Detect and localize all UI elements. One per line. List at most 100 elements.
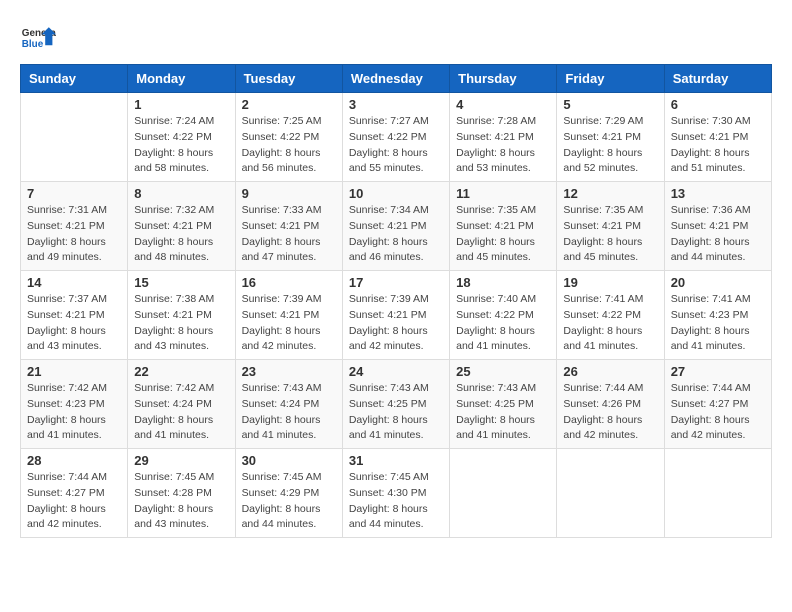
calendar-cell: 17Sunrise: 7:39 AMSunset: 4:21 PMDayligh… <box>342 271 449 360</box>
day-number: 21 <box>27 364 121 379</box>
day-number: 19 <box>563 275 657 290</box>
day-info: Sunrise: 7:45 AMSunset: 4:29 PMDaylight:… <box>242 470 336 533</box>
calendar-cell: 16 Sunrise: 7:39 AMSunset: 4:21 PMDayligh… <box>235 271 342 360</box>
col-header-friday: Friday <box>557 65 664 93</box>
day-info: Sunrise: 7:34 AMSunset: 4:21 PMDaylight:… <box>349 203 443 266</box>
col-header-wednesday: Wednesday <box>342 65 449 93</box>
day-info: Sunrise: 7:44 AMSunset: 4:27 PMDaylight:… <box>27 470 121 533</box>
calendar-cell: 8Sunrise: 7:32 AMSunset: 4:21 PMDaylight… <box>128 182 235 271</box>
day-info: Sunrise: 7:43 AMSunset: 4:25 PMDaylight:… <box>456 381 550 444</box>
calendar-week-2: 7 Sunrise: 7:31 AMSunset: 4:21 PMDaylight… <box>21 182 772 271</box>
calendar-cell: 28 Sunrise: 7:44 AMSunset: 4:27 PMDayligh… <box>21 449 128 538</box>
day-number: 16 <box>242 275 336 290</box>
day-number: 7 <box>27 186 121 201</box>
day-number: 10 <box>349 186 443 201</box>
day-number: 31 <box>349 453 443 468</box>
calendar-cell: 20 Sunrise: 7:41 AMSunset: 4:23 PMDayligh… <box>664 271 771 360</box>
calendar-cell: 3Sunrise: 7:27 AMSunset: 4:22 PMDaylight… <box>342 93 449 182</box>
calendar-cell: 15 Sunrise: 7:38 AMSunset: 4:21 PMDayligh… <box>128 271 235 360</box>
day-number: 24 <box>349 364 443 379</box>
col-header-tuesday: Tuesday <box>235 65 342 93</box>
col-header-saturday: Saturday <box>664 65 771 93</box>
day-info: Sunrise: 7:28 AMSunset: 4:21 PMDaylight:… <box>456 114 550 177</box>
svg-text:Blue: Blue <box>22 39 44 50</box>
day-info: Sunrise: 7:42 AMSunset: 4:24 PMDaylight:… <box>134 381 228 444</box>
day-info: Sunrise: 7:29 AMSunset: 4:21 PMDaylight:… <box>563 114 657 177</box>
day-number: 14 <box>27 275 121 290</box>
calendar-cell: 5 Sunrise: 7:29 AMSunset: 4:21 PMDaylight… <box>557 93 664 182</box>
page-header: General Blue <box>20 20 772 56</box>
day-info: Sunrise: 7:35 AMSunset: 4:21 PMDaylight:… <box>563 203 657 266</box>
day-number: 6 <box>671 97 765 112</box>
calendar-cell: 27 Sunrise: 7:44 AMSunset: 4:27 PMDayligh… <box>664 360 771 449</box>
calendar-week-4: 21 Sunrise: 7:42 AMSunset: 4:23 PMDayligh… <box>21 360 772 449</box>
day-number: 18 <box>456 275 550 290</box>
day-info: Sunrise: 7:27 AMSunset: 4:22 PMDaylight:… <box>349 114 443 177</box>
calendar-cell <box>21 93 128 182</box>
calendar-cell: 25 Sunrise: 7:43 AMSunset: 4:25 PMDayligh… <box>450 360 557 449</box>
day-info: Sunrise: 7:37 AMSunset: 4:21 PMDaylight:… <box>27 292 121 355</box>
day-number: 20 <box>671 275 765 290</box>
day-number: 15 <box>134 275 228 290</box>
calendar-week-1: 1Sunrise: 7:24 AMSunset: 4:22 PMDaylight… <box>21 93 772 182</box>
calendar-table: SundayMondayTuesdayWednesdayThursdayFrid… <box>20 64 772 538</box>
day-info: Sunrise: 7:38 AMSunset: 4:21 PMDaylight:… <box>134 292 228 355</box>
calendar-week-5: 28 Sunrise: 7:44 AMSunset: 4:27 PMDayligh… <box>21 449 772 538</box>
day-number: 23 <box>242 364 336 379</box>
day-number: 28 <box>27 453 121 468</box>
calendar-cell: 24Sunrise: 7:43 AMSunset: 4:25 PMDayligh… <box>342 360 449 449</box>
calendar-cell: 21 Sunrise: 7:42 AMSunset: 4:23 PMDayligh… <box>21 360 128 449</box>
day-number: 29 <box>134 453 228 468</box>
calendar-cell: 7 Sunrise: 7:31 AMSunset: 4:21 PMDaylight… <box>21 182 128 271</box>
calendar-cell: 11 Sunrise: 7:35 AMSunset: 4:21 PMDayligh… <box>450 182 557 271</box>
day-number: 11 <box>456 186 550 201</box>
day-number: 4 <box>456 97 550 112</box>
logo-icon: General Blue <box>20 20 56 56</box>
day-number: 27 <box>671 364 765 379</box>
day-info: Sunrise: 7:30 AMSunset: 4:21 PMDaylight:… <box>671 114 765 177</box>
calendar-cell: 2 Sunrise: 7:25 AMSunset: 4:22 PMDaylight… <box>235 93 342 182</box>
calendar-cell <box>557 449 664 538</box>
calendar-cell: 19 Sunrise: 7:41 AMSunset: 4:22 PMDayligh… <box>557 271 664 360</box>
day-info: Sunrise: 7:33 AMSunset: 4:21 PMDaylight:… <box>242 203 336 266</box>
day-info: Sunrise: 7:41 AMSunset: 4:23 PMDaylight:… <box>671 292 765 355</box>
day-number: 8 <box>134 186 228 201</box>
col-header-thursday: Thursday <box>450 65 557 93</box>
calendar-cell: 18Sunrise: 7:40 AMSunset: 4:22 PMDayligh… <box>450 271 557 360</box>
day-number: 17 <box>349 275 443 290</box>
calendar-cell <box>664 449 771 538</box>
calendar-cell: 4 Sunrise: 7:28 AMSunset: 4:21 PMDaylight… <box>450 93 557 182</box>
calendar-cell: 6 Sunrise: 7:30 AMSunset: 4:21 PMDaylight… <box>664 93 771 182</box>
day-number: 5 <box>563 97 657 112</box>
calendar-cell: 1Sunrise: 7:24 AMSunset: 4:22 PMDaylight… <box>128 93 235 182</box>
day-info: Sunrise: 7:39 AMSunset: 4:21 PMDaylight:… <box>242 292 336 355</box>
calendar-cell: 22 Sunrise: 7:42 AMSunset: 4:24 PMDayligh… <box>128 360 235 449</box>
calendar-header-row: SundayMondayTuesdayWednesdayThursdayFrid… <box>21 65 772 93</box>
day-number: 2 <box>242 97 336 112</box>
calendar-cell: 10 Sunrise: 7:34 AMSunset: 4:21 PMDayligh… <box>342 182 449 271</box>
day-info: Sunrise: 7:42 AMSunset: 4:23 PMDaylight:… <box>27 381 121 444</box>
calendar-week-3: 14 Sunrise: 7:37 AMSunset: 4:21 PMDayligh… <box>21 271 772 360</box>
day-number: 30 <box>242 453 336 468</box>
day-info: Sunrise: 7:44 AMSunset: 4:27 PMDaylight:… <box>671 381 765 444</box>
calendar-cell <box>450 449 557 538</box>
day-info: Sunrise: 7:31 AMSunset: 4:21 PMDaylight:… <box>27 203 121 266</box>
calendar-cell: 30 Sunrise: 7:45 AMSunset: 4:29 PMDayligh… <box>235 449 342 538</box>
calendar-body: 1Sunrise: 7:24 AMSunset: 4:22 PMDaylight… <box>21 93 772 538</box>
day-info: Sunrise: 7:41 AMSunset: 4:22 PMDaylight:… <box>563 292 657 355</box>
logo: General Blue <box>20 20 60 56</box>
calendar-cell: 26Sunrise: 7:44 AMSunset: 4:26 PMDayligh… <box>557 360 664 449</box>
day-number: 26 <box>563 364 657 379</box>
day-info: Sunrise: 7:45 AMSunset: 4:28 PMDaylight:… <box>134 470 228 533</box>
day-number: 9 <box>242 186 336 201</box>
day-info: Sunrise: 7:35 AMSunset: 4:21 PMDaylight:… <box>456 203 550 266</box>
day-info: Sunrise: 7:25 AMSunset: 4:22 PMDaylight:… <box>242 114 336 177</box>
day-number: 1 <box>134 97 228 112</box>
day-number: 13 <box>671 186 765 201</box>
day-number: 22 <box>134 364 228 379</box>
day-info: Sunrise: 7:36 AMSunset: 4:21 PMDaylight:… <box>671 203 765 266</box>
day-info: Sunrise: 7:43 AMSunset: 4:24 PMDaylight:… <box>242 381 336 444</box>
calendar-cell: 29 Sunrise: 7:45 AMSunset: 4:28 PMDayligh… <box>128 449 235 538</box>
col-header-monday: Monday <box>128 65 235 93</box>
day-number: 25 <box>456 364 550 379</box>
